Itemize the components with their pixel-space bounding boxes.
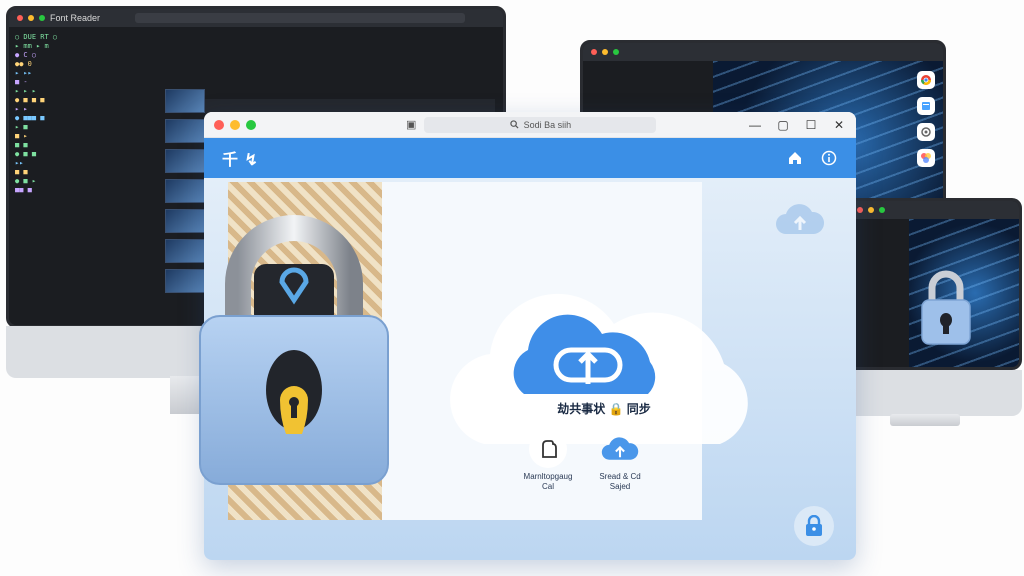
- code-line: ■■ ■: [15, 186, 32, 194]
- document-icon[interactable]: ▣: [406, 118, 416, 131]
- minimize-dot[interactable]: [28, 15, 34, 21]
- code-line: ▸ mm ▸ m: [15, 42, 49, 50]
- app-title: 千 ↯: [222, 152, 259, 169]
- code-line: ● ■ ▸: [15, 177, 37, 185]
- code-line: ○ DUE RT ○: [15, 33, 58, 41]
- code-line: ▸▸: [15, 159, 24, 167]
- right-monitor-titlebar: [583, 43, 943, 61]
- header-actions: [786, 149, 838, 167]
- code-line: ■ ▸: [15, 132, 28, 140]
- code-line: ● ■■■ ■: [15, 114, 45, 122]
- feature-label-line1: Sread & Cd: [599, 472, 641, 481]
- window-controls: — ▢ ☐ ✕: [748, 118, 846, 132]
- lock-icon: [806, 515, 822, 536]
- minimize-icon[interactable]: —: [748, 118, 762, 132]
- laptop-base: [890, 414, 960, 426]
- close-dot[interactable]: [591, 49, 597, 55]
- settings-icon[interactable]: [917, 123, 935, 141]
- code-editor[interactable]: ○ DUE RT ○ ▸ mm ▸ m ● C ○ ●● 0 ▸ ▸▸ ■ - …: [9, 27, 159, 325]
- code-line: ▸ ■: [15, 123, 28, 131]
- minimize-dot[interactable]: [868, 207, 874, 213]
- laptop-chin: [846, 370, 1022, 416]
- close-dot[interactable]: [17, 15, 23, 21]
- left-monitor-app-title: Font Reader: [50, 13, 101, 23]
- thumbnail[interactable]: [165, 179, 205, 203]
- zoom-button[interactable]: [246, 119, 256, 130]
- thumbnail[interactable]: [165, 119, 205, 143]
- code-line: ■ ■: [15, 141, 28, 149]
- padlock-icon: [199, 215, 389, 485]
- feature-label-line2: Sajed: [609, 482, 631, 491]
- photos-icon[interactable]: [917, 149, 935, 167]
- home-icon[interactable]: [786, 149, 804, 167]
- files-icon[interactable]: [917, 97, 935, 115]
- minimize-dot[interactable]: [602, 49, 608, 55]
- cloud-sync-graphic: [450, 293, 748, 444]
- code-line: ■ -: [15, 78, 28, 86]
- screenshot-stage: Font Reader ○ DUE RT ○ ▸ mm ▸ m ● C ○ ●●…: [0, 0, 1024, 576]
- search-icon: [509, 120, 519, 129]
- code-line: ● ■ ■: [15, 150, 37, 158]
- zoom-dot[interactable]: [39, 15, 45, 21]
- code-line: ● C ○: [15, 51, 37, 59]
- code-line: ▸ ▸ ▸: [15, 87, 37, 95]
- code-line: ●● 0: [15, 60, 32, 68]
- cloud-upload-icon: [601, 430, 639, 468]
- address-text: Sodi Ba siih: [523, 119, 572, 130]
- feature-item[interactable]: Sread & Cd Sajed: [580, 430, 660, 492]
- zoom-dot[interactable]: [879, 207, 885, 213]
- thumbnail[interactable]: [165, 149, 205, 173]
- lock-button[interactable]: [794, 506, 834, 546]
- zoom-dot[interactable]: [613, 49, 619, 55]
- code-line: ▸ ▸: [15, 105, 28, 113]
- info-icon[interactable]: [820, 149, 838, 167]
- feature-label-line1: Marnltopgaug: [523, 472, 573, 481]
- left-monitor-urlbar[interactable]: [135, 13, 465, 23]
- dock-icons: [917, 71, 939, 167]
- laptop-titlebar: [849, 201, 1019, 219]
- window-titlebar: ▣ Sodi Ba siih — ▢ ☐ ✕: [204, 112, 856, 138]
- code-line: ● ■ ■ ■: [15, 96, 45, 104]
- cloud-upload-icon[interactable]: [774, 202, 826, 238]
- address-bar[interactable]: Sodi Ba siih: [424, 116, 657, 133]
- close-icon[interactable]: ✕: [832, 118, 846, 132]
- cloud-sync-caption: 劫共事状 🔒 同步: [557, 402, 651, 416]
- laptop-lock-icon: [921, 270, 971, 345]
- restore-icon[interactable]: ▢: [776, 118, 790, 132]
- close-dot[interactable]: [857, 207, 863, 213]
- feature-label-line2: Cal: [541, 482, 554, 491]
- chrome-icon[interactable]: [917, 71, 935, 89]
- close-button[interactable]: [214, 119, 224, 130]
- app-header: 千 ↯: [204, 138, 856, 178]
- code-line: ■ ■: [15, 168, 28, 176]
- code-line: ▸ ▸▸: [15, 69, 32, 77]
- left-monitor-titlebar: Font Reader: [9, 9, 503, 27]
- traffic-lights: [214, 119, 256, 130]
- maximize-icon[interactable]: ☐: [804, 118, 818, 132]
- feature-item[interactable]: Marnltopgaug Cal: [508, 430, 588, 492]
- minimize-button[interactable]: [230, 119, 240, 130]
- feature-icon-1: [529, 430, 567, 468]
- thumbnail[interactable]: [165, 89, 205, 113]
